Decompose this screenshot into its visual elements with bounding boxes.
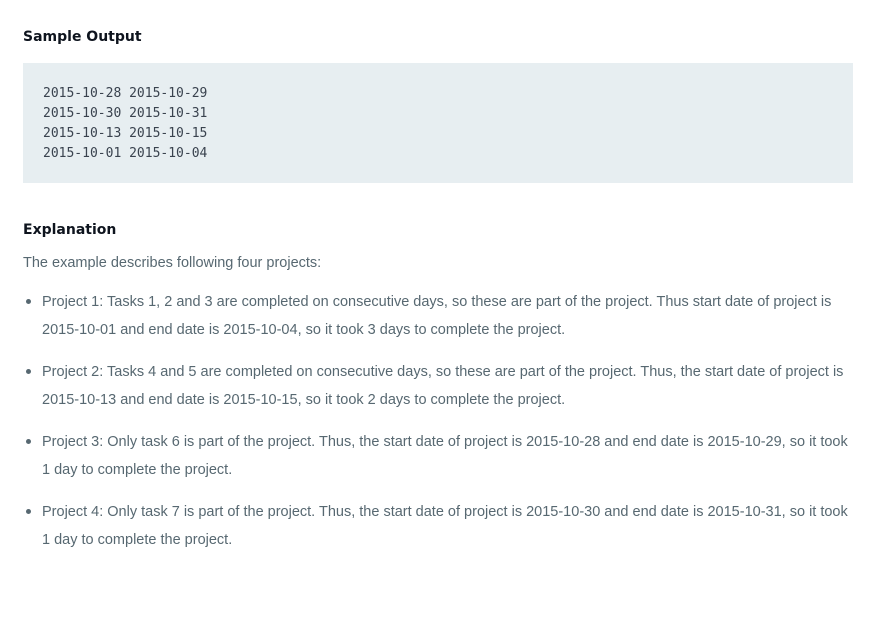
list-item-text: Project 1: Tasks 1, 2 and 3 are complete… [42,294,832,338]
bullet-dot-icon [26,369,31,374]
sample-output-heading: Sample Output [23,29,142,45]
list-item: Project 4: Only task 7 is part of the pr… [23,498,853,554]
list-item: Project 2: Tasks 4 and 5 are completed o… [23,358,853,414]
list-item-text: Project 3: Only task 6 is part of the pr… [42,434,848,478]
code-line: 2015-10-28 2015-10-29 [43,86,208,101]
code-line: 2015-10-13 2015-10-15 [43,126,208,141]
bullet-dot-icon [26,299,31,304]
code-line: 2015-10-30 2015-10-31 [43,106,208,121]
list-item-text: Project 2: Tasks 4 and 5 are completed o… [42,364,844,408]
explanation-heading: Explanation [23,222,117,238]
bullet-dot-icon [26,439,31,444]
bullet-dot-icon [26,509,31,514]
list-item: Project 3: Only task 6 is part of the pr… [23,428,853,484]
code-line: 2015-10-01 2015-10-04 [43,146,208,161]
list-item: Project 1: Tasks 1, 2 and 3 are complete… [23,288,853,344]
list-item-text: Project 4: Only task 7 is part of the pr… [42,504,848,548]
project-list: Project 1: Tasks 1, 2 and 3 are complete… [23,288,853,568]
explanation-intro: The example describes following four pro… [23,255,322,271]
sample-output-code-block: 2015-10-28 2015-10-29 2015-10-30 2015-10… [23,63,853,183]
